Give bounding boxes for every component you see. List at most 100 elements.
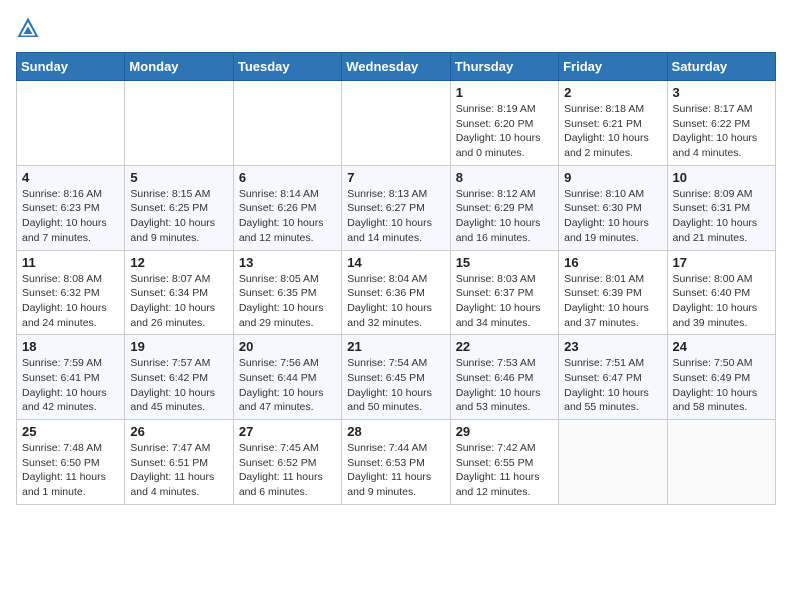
calendar-week-row: 18 Sunrise: 7:59 AM Sunset: 6:41 PM Dayli…: [17, 335, 776, 420]
day-info: Sunrise: 7:59 AM Sunset: 6:41 PM Dayligh…: [22, 356, 119, 415]
calendar-week-row: 4 Sunrise: 8:16 AM Sunset: 6:23 PM Daylig…: [17, 165, 776, 250]
calendar-day-cell: 9 Sunrise: 8:10 AM Sunset: 6:30 PM Daylig…: [559, 165, 667, 250]
day-info: Sunrise: 8:10 AM Sunset: 6:30 PM Dayligh…: [564, 187, 661, 246]
calendar-day-cell: 11 Sunrise: 8:08 AM Sunset: 6:32 PM Dayli…: [17, 250, 125, 335]
day-number: 15: [456, 255, 553, 270]
calendar-day-cell: [125, 81, 233, 166]
day-number: 27: [239, 424, 336, 439]
calendar-day-cell: 7Sunrise: 8:13 AM Sunset: 6:27 PM Daylig…: [342, 165, 450, 250]
calendar-day-cell: 23 Sunrise: 7:51 AM Sunset: 6:47 PM Dayli…: [559, 335, 667, 420]
day-number: 2: [564, 85, 661, 100]
calendar-day-cell: 8Sunrise: 8:12 AM Sunset: 6:29 PM Daylig…: [450, 165, 558, 250]
day-info: Sunrise: 7:48 AM Sunset: 6:50 PM Dayligh…: [22, 441, 119, 500]
day-number: 1: [456, 85, 553, 100]
calendar-day-cell: 15 Sunrise: 8:03 AM Sunset: 6:37 PM Dayli…: [450, 250, 558, 335]
day-number: 16: [564, 255, 661, 270]
calendar-day-cell: [559, 420, 667, 505]
weekday-header: Saturday: [667, 53, 775, 81]
calendar-day-cell: 3Sunrise: 8:17 AM Sunset: 6:22 PM Daylig…: [667, 81, 775, 166]
day-number: 5: [130, 170, 227, 185]
day-info: Sunrise: 8:03 AM Sunset: 6:37 PM Dayligh…: [456, 272, 553, 331]
calendar-day-cell: 22 Sunrise: 7:53 AM Sunset: 6:46 PM Dayli…: [450, 335, 558, 420]
day-info: Sunrise: 7:47 AM Sunset: 6:51 PM Dayligh…: [130, 441, 227, 500]
day-info: Sunrise: 8:00 AM Sunset: 6:40 PM Dayligh…: [673, 272, 770, 331]
day-info: Sunrise: 7:57 AM Sunset: 6:42 PM Dayligh…: [130, 356, 227, 415]
day-number: 4: [22, 170, 119, 185]
day-number: 17: [673, 255, 770, 270]
day-number: 19: [130, 339, 227, 354]
day-number: 9: [564, 170, 661, 185]
day-number: 23: [564, 339, 661, 354]
day-info: Sunrise: 8:08 AM Sunset: 6:32 PM Dayligh…: [22, 272, 119, 331]
day-number: 29: [456, 424, 553, 439]
calendar-day-cell: 6 Sunrise: 8:14 AM Sunset: 6:26 PM Daylig…: [233, 165, 341, 250]
calendar-day-cell: [17, 81, 125, 166]
calendar-day-cell: 5Sunrise: 8:15 AM Sunset: 6:25 PM Daylig…: [125, 165, 233, 250]
day-info: Sunrise: 7:56 AM Sunset: 6:44 PM Dayligh…: [239, 356, 336, 415]
calendar-day-cell: 28 Sunrise: 7:44 AM Sunset: 6:53 PM Dayli…: [342, 420, 450, 505]
day-number: 11: [22, 255, 119, 270]
page-header: [16, 16, 776, 40]
calendar-day-cell: 29 Sunrise: 7:42 AM Sunset: 6:55 PM Dayli…: [450, 420, 558, 505]
day-number: 25: [22, 424, 119, 439]
weekday-header: Monday: [125, 53, 233, 81]
calendar-day-cell: 13 Sunrise: 8:05 AM Sunset: 6:35 PM Dayli…: [233, 250, 341, 335]
weekday-header: Wednesday: [342, 53, 450, 81]
day-number: 21: [347, 339, 444, 354]
weekday-header: Thursday: [450, 53, 558, 81]
day-number: 12: [130, 255, 227, 270]
weekday-header: Friday: [559, 53, 667, 81]
day-number: 28: [347, 424, 444, 439]
day-number: 14: [347, 255, 444, 270]
calendar-day-cell: 19 Sunrise: 7:57 AM Sunset: 6:42 PM Dayli…: [125, 335, 233, 420]
day-number: 7: [347, 170, 444, 185]
calendar-day-cell: 18 Sunrise: 7:59 AM Sunset: 6:41 PM Dayli…: [17, 335, 125, 420]
day-number: 26: [130, 424, 227, 439]
calendar-day-cell: 26 Sunrise: 7:47 AM Sunset: 6:51 PM Dayli…: [125, 420, 233, 505]
calendar-table: SundayMondayTuesdayWednesdayThursdayFrid…: [16, 52, 776, 505]
day-info: Sunrise: 7:44 AM Sunset: 6:53 PM Dayligh…: [347, 441, 444, 500]
calendar-day-cell: 25 Sunrise: 7:48 AM Sunset: 6:50 PM Dayli…: [17, 420, 125, 505]
weekday-header-row: SundayMondayTuesdayWednesdayThursdayFrid…: [17, 53, 776, 81]
day-info: Sunrise: 8:07 AM Sunset: 6:34 PM Dayligh…: [130, 272, 227, 331]
logo: [16, 16, 44, 40]
calendar-day-cell: [233, 81, 341, 166]
day-number: 18: [22, 339, 119, 354]
calendar-day-cell: 2Sunrise: 8:18 AM Sunset: 6:21 PM Daylig…: [559, 81, 667, 166]
weekday-header: Tuesday: [233, 53, 341, 81]
day-info: Sunrise: 7:50 AM Sunset: 6:49 PM Dayligh…: [673, 356, 770, 415]
calendar-day-cell: 24 Sunrise: 7:50 AM Sunset: 6:49 PM Dayli…: [667, 335, 775, 420]
day-info: Sunrise: 8:16 AM Sunset: 6:23 PM Dayligh…: [22, 187, 119, 246]
day-info: Sunrise: 7:53 AM Sunset: 6:46 PM Dayligh…: [456, 356, 553, 415]
calendar-day-cell: 4 Sunrise: 8:16 AM Sunset: 6:23 PM Daylig…: [17, 165, 125, 250]
calendar-day-cell: 21Sunrise: 7:54 AM Sunset: 6:45 PM Dayli…: [342, 335, 450, 420]
day-number: 20: [239, 339, 336, 354]
calendar-day-cell: [667, 420, 775, 505]
day-number: 3: [673, 85, 770, 100]
day-info: Sunrise: 8:01 AM Sunset: 6:39 PM Dayligh…: [564, 272, 661, 331]
calendar-day-cell: 1 Sunrise: 8:19 AM Sunset: 6:20 PM Daylig…: [450, 81, 558, 166]
day-number: 24: [673, 339, 770, 354]
calendar-week-row: 1 Sunrise: 8:19 AM Sunset: 6:20 PM Daylig…: [17, 81, 776, 166]
day-info: Sunrise: 7:51 AM Sunset: 6:47 PM Dayligh…: [564, 356, 661, 415]
calendar-day-cell: 16 Sunrise: 8:01 AM Sunset: 6:39 PM Dayli…: [559, 250, 667, 335]
calendar-week-row: 11 Sunrise: 8:08 AM Sunset: 6:32 PM Dayli…: [17, 250, 776, 335]
weekday-header: Sunday: [17, 53, 125, 81]
calendar-day-cell: 17 Sunrise: 8:00 AM Sunset: 6:40 PM Dayli…: [667, 250, 775, 335]
day-number: 10: [673, 170, 770, 185]
day-number: 6: [239, 170, 336, 185]
day-info: Sunrise: 8:19 AM Sunset: 6:20 PM Dayligh…: [456, 102, 553, 161]
calendar-week-row: 25 Sunrise: 7:48 AM Sunset: 6:50 PM Dayli…: [17, 420, 776, 505]
day-number: 22: [456, 339, 553, 354]
day-info: Sunrise: 7:42 AM Sunset: 6:55 PM Dayligh…: [456, 441, 553, 500]
day-info: Sunrise: 8:14 AM Sunset: 6:26 PM Dayligh…: [239, 187, 336, 246]
calendar-day-cell: 10Sunrise: 8:09 AM Sunset: 6:31 PM Dayli…: [667, 165, 775, 250]
day-number: 8: [456, 170, 553, 185]
day-number: 13: [239, 255, 336, 270]
logo-icon: [16, 16, 40, 40]
calendar-day-cell: [342, 81, 450, 166]
calendar-day-cell: 20 Sunrise: 7:56 AM Sunset: 6:44 PM Dayli…: [233, 335, 341, 420]
day-info: Sunrise: 7:45 AM Sunset: 6:52 PM Dayligh…: [239, 441, 336, 500]
day-info: Sunrise: 8:04 AM Sunset: 6:36 PM Dayligh…: [347, 272, 444, 331]
day-info: Sunrise: 8:05 AM Sunset: 6:35 PM Dayligh…: [239, 272, 336, 331]
